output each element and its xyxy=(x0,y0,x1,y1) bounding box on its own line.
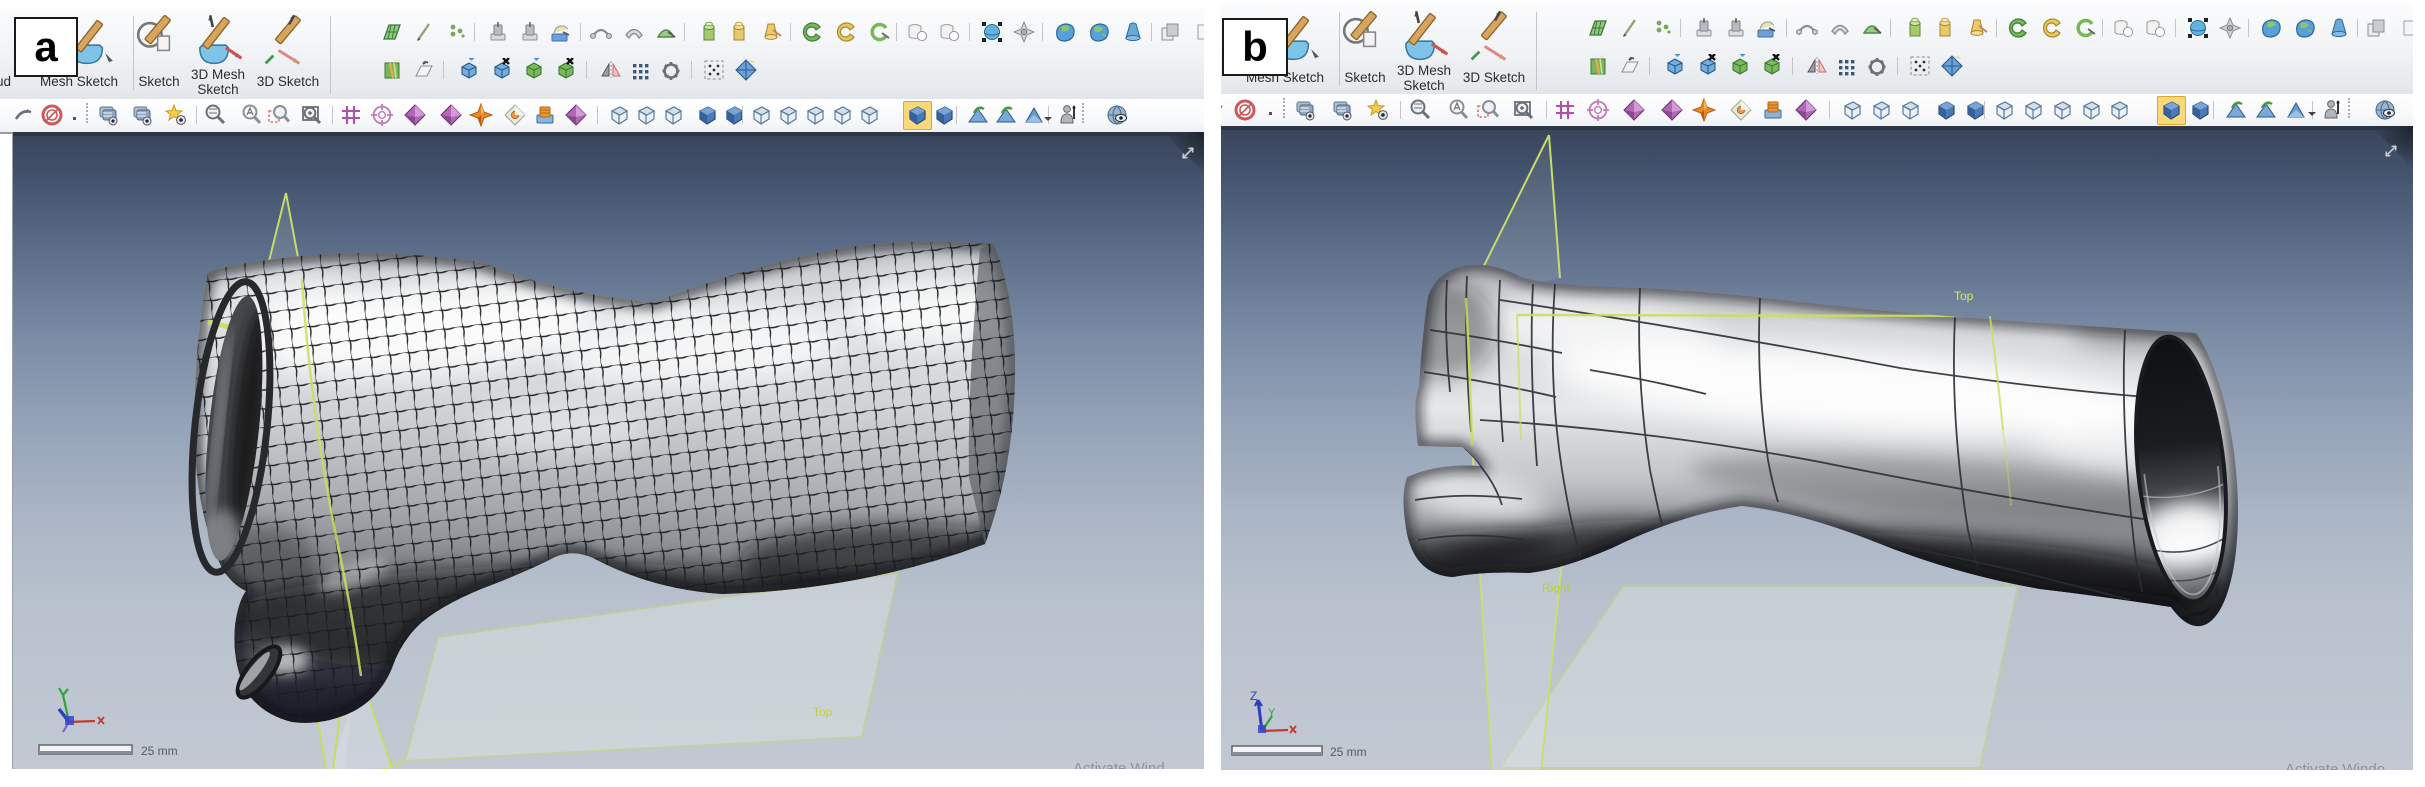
svg-text:Top: Top xyxy=(1954,289,1974,303)
svg-text:Y: Y xyxy=(1268,707,1276,719)
svg-text:25 mm: 25 mm xyxy=(1330,745,1367,759)
svg-text:25 mm: 25 mm xyxy=(141,744,178,758)
svg-text:Z: Z xyxy=(1250,689,1257,703)
svg-text:Right: Right xyxy=(1542,581,1571,595)
svg-text:Activate Wind: Activate Wind xyxy=(1073,760,1165,769)
svg-text:Activate Windo: Activate Windo xyxy=(2285,761,2385,770)
svg-text:Top: Top xyxy=(813,705,833,719)
